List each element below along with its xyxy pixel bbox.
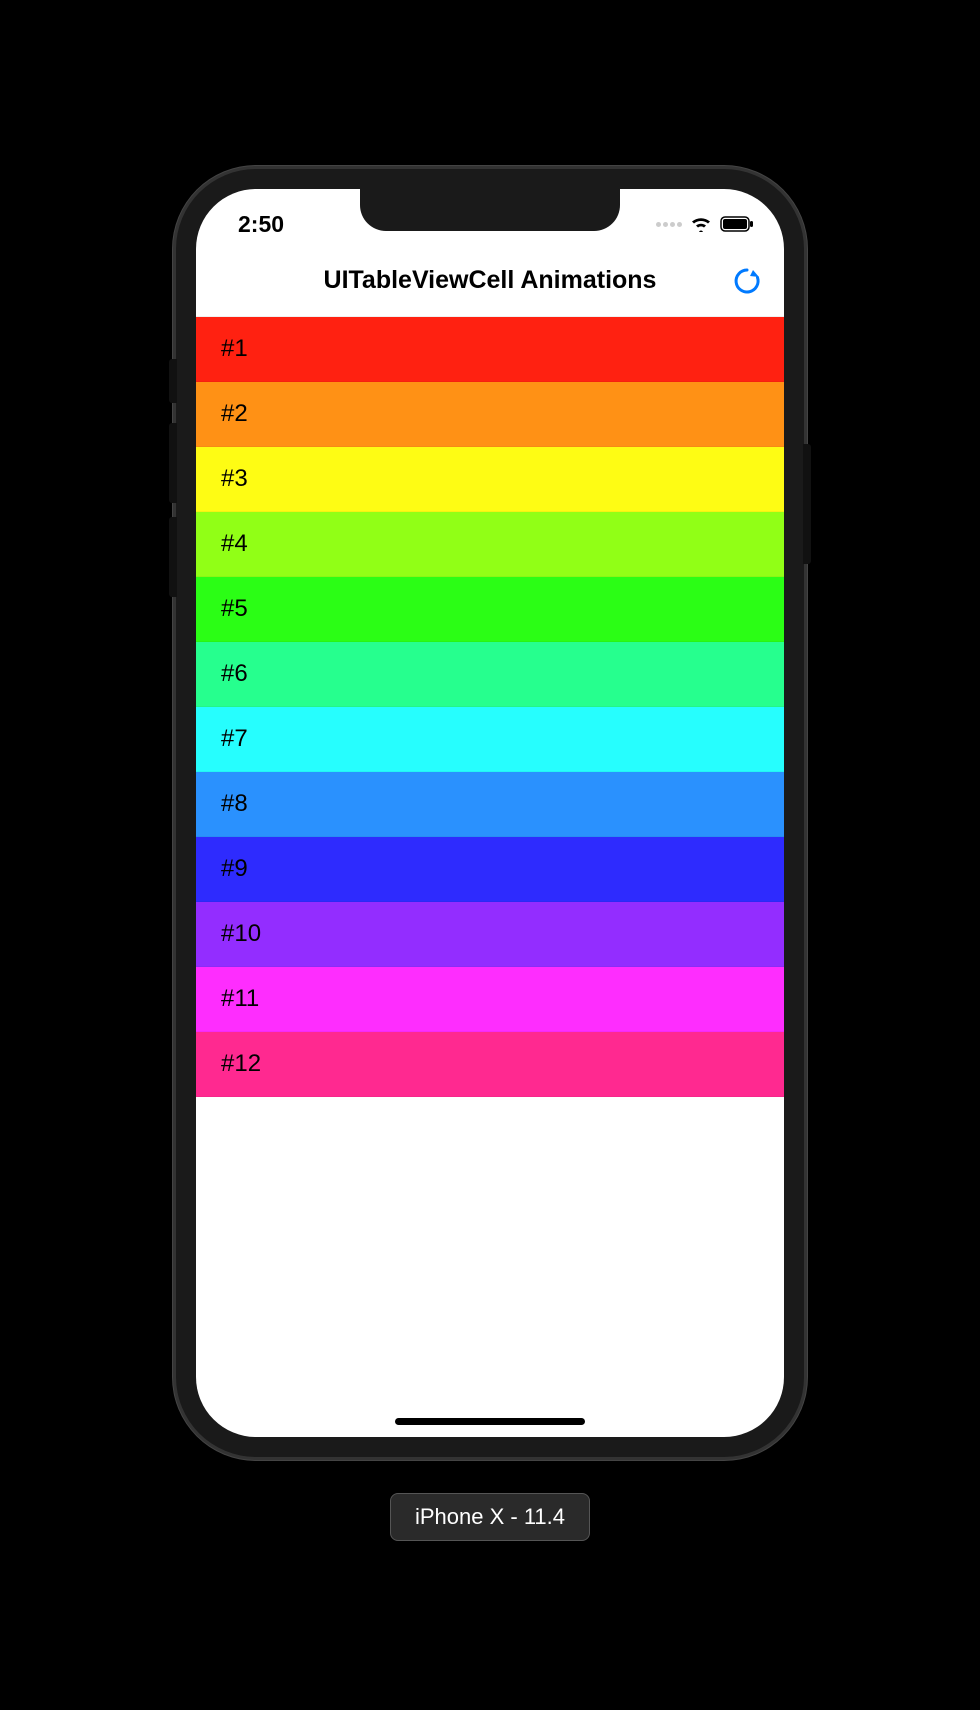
table-row[interactable]: #11 [196, 967, 784, 1032]
table-row[interactable]: #10 [196, 902, 784, 967]
refresh-icon [732, 266, 762, 296]
wifi-icon [690, 216, 712, 232]
table-row-label: #2 [221, 400, 248, 428]
table-row[interactable]: #5 [196, 577, 784, 642]
table-row[interactable]: #9 [196, 837, 784, 902]
table-row-label: #9 [221, 855, 248, 883]
table-row-label: #4 [221, 530, 248, 558]
cellular-signal-icon [656, 222, 682, 227]
status-indicators [656, 216, 754, 232]
table-row-label: #5 [221, 595, 248, 623]
table-row-label: #12 [221, 1050, 261, 1078]
table-row-label: #11 [221, 985, 259, 1013]
home-indicator[interactable] [395, 1418, 585, 1425]
table-row-label: #10 [221, 920, 261, 948]
refresh-button[interactable] [730, 264, 764, 298]
table-row-label: #3 [221, 465, 248, 493]
navigation-bar: UITableViewCell Animations [196, 245, 784, 317]
battery-icon [720, 216, 754, 232]
table-row[interactable]: #6 [196, 642, 784, 707]
mute-switch [169, 359, 177, 403]
table-view[interactable]: #1 #2 #3 #4 #5 #6 #7 #8 #9 #10 #11 #12 [196, 317, 784, 1097]
volume-down-button [169, 517, 177, 597]
table-row[interactable]: #8 [196, 772, 784, 837]
left-side-buttons [169, 359, 177, 611]
notch [360, 189, 620, 231]
table-row[interactable]: #4 [196, 512, 784, 577]
table-row[interactable]: #1 [196, 317, 784, 382]
table-row[interactable]: #7 [196, 707, 784, 772]
right-side-buttons [803, 444, 811, 584]
table-row-label: #1 [221, 335, 248, 363]
table-row-label: #7 [221, 725, 248, 753]
table-row-label: #6 [221, 660, 248, 688]
screen: 2:50 UIT [196, 189, 784, 1437]
table-row-label: #8 [221, 790, 248, 818]
device-label: iPhone X - 11.4 [390, 1493, 590, 1541]
device-frame: 2:50 UIT [176, 169, 804, 1457]
volume-up-button [169, 423, 177, 503]
power-button [803, 444, 811, 564]
page-title: UITableViewCell Animations [324, 266, 657, 295]
table-row[interactable]: #2 [196, 382, 784, 447]
status-time: 2:50 [238, 211, 284, 238]
table-row[interactable]: #12 [196, 1032, 784, 1097]
table-row[interactable]: #3 [196, 447, 784, 512]
